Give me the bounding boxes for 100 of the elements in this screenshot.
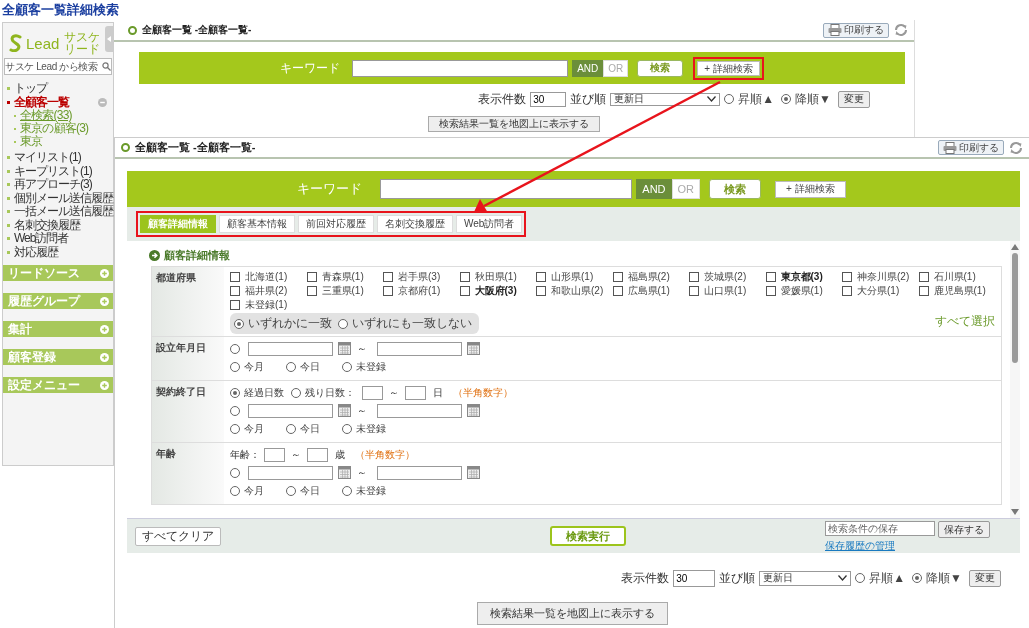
checkbox[interactable] [842,271,852,282]
keyword-label: キーワード [297,180,363,198]
page-title: 全顧客一覧詳細検索 [2,1,119,19]
checkbox[interactable] [842,285,852,296]
print-button[interactable]: 印刷する [938,140,1004,155]
refresh-icon[interactable] [1009,140,1023,155]
checkbox[interactable] [230,285,240,296]
radio-button[interactable] [230,405,240,416]
checkbox[interactable] [918,271,929,282]
scrollbar-thumb[interactable] [1012,253,1018,363]
radio-button[interactable] [342,361,352,372]
date-field[interactable] [248,341,333,356]
checkbox[interactable] [459,271,470,282]
date-field[interactable] [377,465,462,480]
save-button[interactable]: 保存する [938,521,990,538]
number-field[interactable] [264,447,285,462]
radio-button[interactable] [781,94,792,104]
tab[interactable]: 前回対応履歴 [298,215,374,233]
calendar-icon[interactable] [467,342,480,355]
checkbox-label: 広島県(1) [627,283,670,298]
radio-button[interactable] [230,423,240,434]
save-name-field[interactable]: 検索条件の保存 [825,521,935,536]
map-view-button[interactable]: 検索結果一覧を地図上に表示する [476,602,668,625]
sort-dropdown[interactable]: 更新日 [759,570,852,586]
radio-button[interactable] [286,423,296,434]
field-prefix: 年齢： [230,447,260,462]
checkbox[interactable] [306,285,317,296]
checkbox[interactable] [689,271,699,282]
checkbox[interactable] [383,271,393,282]
advanced-search-button[interactable]: + 詳細検索 [697,60,760,76]
radio-label: いずれにも一致しない [352,315,472,332]
number-field[interactable] [405,385,426,400]
and-toggle[interactable]: AND [636,179,672,199]
advanced-search-button[interactable]: + 詳細検索 [775,180,846,198]
scroll-down-icon[interactable] [1011,509,1019,515]
refresh-icon[interactable] [894,23,908,37]
and-toggle[interactable]: AND [572,59,604,77]
checkbox[interactable] [918,285,929,296]
radio-button[interactable] [230,343,240,354]
radio-button[interactable] [234,318,244,329]
radio-button[interactable] [286,361,296,372]
tab[interactable]: 顧客基本情報 [219,215,295,233]
radio-button[interactable] [342,485,352,496]
checkbox[interactable] [765,271,776,282]
sort-dropdown[interactable]: 更新日 [610,92,721,106]
radio-button[interactable] [230,467,240,478]
radio-button[interactable] [912,573,923,583]
checkbox[interactable] [536,271,546,282]
calendar-icon[interactable] [338,342,351,355]
radio-button[interactable] [230,485,240,496]
checkbox[interactable] [459,285,470,296]
radio-button[interactable] [855,573,866,583]
checkbox[interactable] [689,285,699,296]
select-all-link[interactable]: すべて選択 [935,313,995,330]
search-field[interactable]: サスケ Lead から検索 [4,58,112,75]
checkbox[interactable] [383,285,393,296]
radio-label: 今月 [244,359,264,374]
clear-all-button[interactable]: すべてクリア [135,526,221,546]
radio-button[interactable] [338,318,348,329]
count-field[interactable]: 30 [530,91,567,107]
radio-button[interactable] [286,485,296,496]
keyword-field[interactable] [352,59,569,77]
radio-button[interactable] [342,423,352,434]
scroll-up-icon[interactable] [1011,244,1019,250]
checkbox[interactable] [536,285,546,296]
apply-button[interactable]: 変更 [969,569,1001,587]
tab[interactable]: Web訪問者 [456,215,523,233]
checkbox[interactable] [306,271,317,282]
calendar-icon[interactable] [338,404,351,417]
radio-label: 未登録 [356,483,386,498]
calendar-icon[interactable] [467,466,480,479]
apply-button[interactable]: 変更 [838,90,870,108]
number-field[interactable] [307,447,328,462]
calendar-icon[interactable] [467,404,480,417]
sidebar-item[interactable]: 対応履歴 [14,243,58,261]
radio-button[interactable] [291,387,301,398]
date-field[interactable] [377,341,462,356]
number-field[interactable] [362,385,383,400]
checkbox[interactable] [230,299,240,310]
radio-button[interactable] [230,361,240,372]
bullet-icon [7,100,10,104]
checkbox-label: 山口県(1) [704,283,747,298]
checkbox[interactable] [612,271,623,282]
checkbox[interactable] [612,285,623,296]
radio-label: いずれかに一致 [248,315,332,332]
print-button[interactable]: 印刷する [823,22,889,38]
radio-button[interactable] [724,94,735,104]
history-link[interactable]: 保存履歴の管理 [825,539,990,553]
radio-button[interactable] [230,387,240,398]
date-field[interactable] [248,465,333,480]
tab[interactable]: 名刺交換履歴 [377,215,453,233]
date-field[interactable] [248,403,333,418]
scrollbar[interactable] [1010,241,1020,518]
checkbox[interactable] [765,285,776,296]
keyword-field[interactable] [380,179,633,199]
calendar-icon[interactable] [338,466,351,479]
count-field[interactable]: 30 [673,569,716,587]
checkbox[interactable] [230,271,240,282]
date-field[interactable] [377,403,462,418]
map-view-button[interactable]: 検索結果一覧を地図上に表示する [428,116,600,132]
